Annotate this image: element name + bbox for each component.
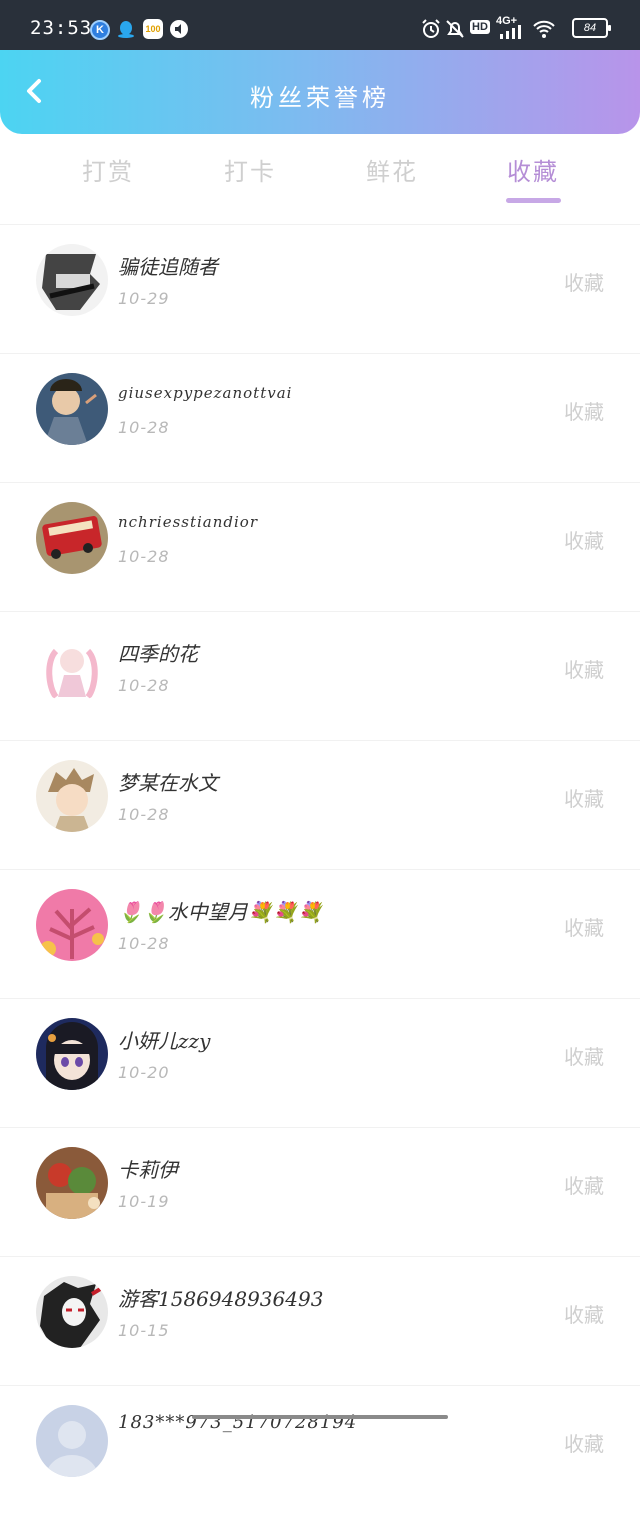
notification-off-icon bbox=[444, 18, 466, 44]
fan-name: 卡莉伊 bbox=[118, 1158, 178, 1182]
fan-action-label: 收藏 bbox=[564, 1432, 604, 1456]
fan-name: 梦某在水文 bbox=[118, 771, 218, 795]
list-item[interactable]: 小妍儿zzy 10-20 收藏 bbox=[0, 998, 640, 1127]
avatar bbox=[36, 631, 108, 703]
tab-bar: 打赏 打卡 鲜花 收藏 bbox=[0, 134, 640, 214]
signal-icon bbox=[498, 22, 524, 44]
tab-checkin[interactable]: 打卡 bbox=[190, 152, 310, 187]
fan-action-label: 收藏 bbox=[564, 1174, 604, 1198]
avatar bbox=[36, 1147, 108, 1219]
tab-flowers[interactable]: 鲜花 bbox=[332, 152, 452, 187]
list-item[interactable]: 卡莉伊 10-19 收藏 bbox=[0, 1127, 640, 1256]
fan-date: 10-20 bbox=[118, 1063, 170, 1082]
fan-action-label: 收藏 bbox=[564, 916, 604, 940]
list-item[interactable]: giusexpypezanottvai 10-28 收藏 bbox=[0, 353, 640, 482]
fan-name: 骗徒追随者 bbox=[118, 255, 218, 279]
avatar bbox=[36, 1018, 108, 1090]
battery-icon: 84 bbox=[572, 18, 611, 38]
fan-date: 10-28 bbox=[118, 805, 170, 824]
app-100-icon: 100 bbox=[143, 19, 163, 39]
tab-reward[interactable]: 打赏 bbox=[48, 152, 168, 187]
fan-date: 10-28 bbox=[118, 934, 170, 953]
fan-action-label: 收藏 bbox=[564, 787, 604, 811]
fan-date: 10-28 bbox=[118, 418, 170, 437]
header-bar: 粉丝荣誉榜 bbox=[0, 50, 640, 134]
fan-action-label: 收藏 bbox=[564, 529, 604, 553]
fan-action-label: 收藏 bbox=[564, 658, 604, 682]
fan-date: 10-15 bbox=[118, 1321, 170, 1340]
fan-name: 游客1586948936493 bbox=[118, 1287, 324, 1311]
fan-name: 四季的花 bbox=[118, 642, 198, 666]
list-item[interactable]: 梦某在水文 10-28 收藏 bbox=[0, 740, 640, 869]
home-indicator[interactable] bbox=[192, 1415, 448, 1419]
alarm-icon bbox=[420, 18, 442, 44]
avatar bbox=[36, 502, 108, 574]
avatar bbox=[36, 760, 108, 832]
fan-list: 骗徒追随者 10-29 收藏 giusexpypezanottvai 10-28… bbox=[0, 224, 640, 1514]
fan-date: 10-19 bbox=[118, 1192, 170, 1211]
hd-icon: HD bbox=[470, 20, 490, 34]
list-item[interactable]: nchriesstiandior 10-28 收藏 bbox=[0, 482, 640, 611]
fan-action-label: 收藏 bbox=[564, 1045, 604, 1069]
avatar bbox=[36, 373, 108, 445]
page-title: 粉丝荣誉榜 bbox=[250, 84, 390, 112]
fan-action-label: 收藏 bbox=[564, 271, 604, 295]
mute-app-icon bbox=[169, 19, 189, 39]
avatar bbox=[36, 889, 108, 961]
tab-favorites[interactable]: 收藏 bbox=[473, 152, 593, 187]
fan-action-label: 收藏 bbox=[564, 1303, 604, 1327]
avatar bbox=[36, 1276, 108, 1348]
active-tab-indicator bbox=[506, 198, 561, 203]
fan-date: 10-28 bbox=[118, 676, 170, 695]
fan-name: nchriesstiandior bbox=[118, 513, 258, 531]
wifi-icon bbox=[532, 18, 556, 44]
k-app-icon: K bbox=[90, 20, 110, 40]
fan-date: 10-29 bbox=[118, 289, 170, 308]
avatar bbox=[36, 1405, 108, 1477]
qq-icon bbox=[116, 19, 136, 39]
status-time: 23:53 bbox=[30, 17, 93, 39]
fan-name: 🌷🌷水中望月💐💐💐 bbox=[118, 900, 323, 924]
list-item[interactable]: 游客1586948936493 10-15 收藏 bbox=[0, 1256, 640, 1385]
list-item[interactable]: 骗徒追随者 10-29 收藏 bbox=[0, 224, 640, 353]
fan-action-label: 收藏 bbox=[564, 400, 604, 424]
list-item[interactable]: 🌷🌷水中望月💐💐💐 10-28 收藏 bbox=[0, 869, 640, 998]
avatar bbox=[36, 244, 108, 316]
fan-date: 10-28 bbox=[118, 547, 170, 566]
fan-name: giusexpypezanottvai bbox=[118, 384, 293, 402]
fan-name: 小妍儿zzy bbox=[118, 1029, 211, 1053]
list-item[interactable]: 四季的花 10-28 收藏 bbox=[0, 611, 640, 740]
list-item[interactable]: 183***973_5170728194 收藏 bbox=[0, 1385, 640, 1514]
